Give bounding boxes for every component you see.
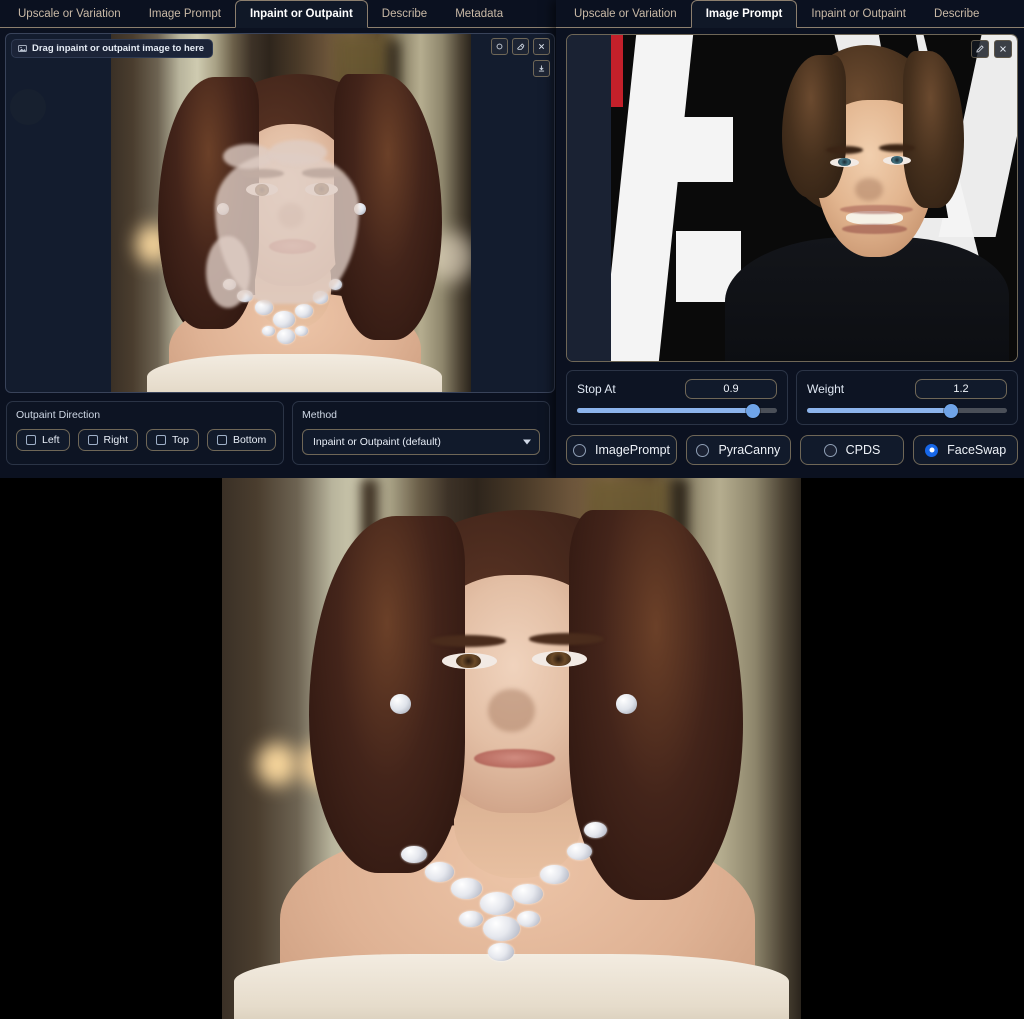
edit-icon[interactable] xyxy=(971,40,989,58)
weight-group: Weight 1.2 xyxy=(796,370,1018,425)
stop-at-label: Stop At xyxy=(577,382,616,396)
image-prompt-slot-padding xyxy=(567,35,611,361)
radio-dot xyxy=(925,443,939,457)
checkbox-outpaint-top[interactable]: Top xyxy=(146,429,199,451)
weight-slider-knob[interactable] xyxy=(944,403,958,418)
stop-at-slider-fill xyxy=(577,408,753,413)
canvas-toolbar-secondary xyxy=(533,60,550,77)
close-icon[interactable] xyxy=(994,40,1012,58)
tab-describe[interactable]: Describe xyxy=(920,0,993,28)
checkbox-label: Top xyxy=(172,434,189,446)
method-select-value: Inpaint or Outpaint (default) xyxy=(313,436,441,448)
eraser-icon[interactable] xyxy=(512,38,529,55)
checkbox-outpaint-right[interactable]: Right xyxy=(77,429,139,451)
tab-metadata[interactable]: Metadata xyxy=(441,0,517,28)
stop-at-value[interactable]: 0.9 xyxy=(685,379,777,399)
radio-dot xyxy=(823,443,837,457)
tab-upscale-or-variation[interactable]: Upscale or Variation xyxy=(560,0,691,28)
image-prompt-window: Upscale or Variation Image Prompt Inpain… xyxy=(556,0,1024,478)
result-preview-area xyxy=(0,478,1024,1019)
checkbox-outpaint-left[interactable]: Left xyxy=(16,429,70,451)
checkbox-box xyxy=(156,435,167,445)
close-icon[interactable] xyxy=(533,38,550,55)
image-prompt-sliders: Stop At 0.9 Weight 1.2 xyxy=(556,362,1024,425)
image-icon xyxy=(18,44,27,53)
inpaint-outpaint-window: Upscale or Variation Image Prompt Inpain… xyxy=(0,0,560,478)
radio-cpds[interactable]: CPDS xyxy=(799,435,905,465)
radio-imageprompt[interactable]: ImagePrompt xyxy=(566,435,678,465)
radio-dot xyxy=(696,443,710,457)
radio-label: ImagePrompt xyxy=(595,443,671,457)
checkbox-box xyxy=(26,435,36,445)
weight-slider-fill xyxy=(807,408,951,413)
tab-upscale-or-variation[interactable]: Upscale or Variation xyxy=(4,0,135,28)
checkbox-label: Right xyxy=(103,434,129,446)
stop-at-slider[interactable] xyxy=(577,403,777,418)
undo-icon[interactable] xyxy=(491,38,508,55)
checkbox-label: Left xyxy=(42,434,60,446)
checkbox-outpaint-bottom[interactable]: Bottom xyxy=(206,429,277,451)
method-group: Method Inpaint or Outpaint (default) xyxy=(292,401,550,465)
method-label: Method xyxy=(302,409,338,421)
radio-faceswap[interactable]: FaceSwap xyxy=(913,435,1018,465)
inpaint-controls: Outpaint Direction Left Right Top Bottom… xyxy=(0,393,560,465)
result-image[interactable] xyxy=(222,478,801,1019)
image-prompt-mode-radios: ImagePrompt PyraCanny CPDS FaceSwap xyxy=(556,425,1024,465)
image-prompt-slot[interactable] xyxy=(566,34,1018,362)
left-window-tabstrip: Upscale or Variation Image Prompt Inpain… xyxy=(0,0,560,28)
weight-value[interactable]: 1.2 xyxy=(915,379,1007,399)
image-prompt-reference-image[interactable] xyxy=(611,35,1017,361)
weight-label: Weight xyxy=(807,382,845,396)
outpaint-direction-group: Outpaint Direction Left Right Top Bottom xyxy=(6,401,284,465)
radio-label: PyraCanny xyxy=(718,443,781,457)
image-prompt-image-toolbar xyxy=(971,40,1012,58)
weight-slider[interactable] xyxy=(807,403,1007,418)
right-window-tabstrip: Upscale or Variation Image Prompt Inpain… xyxy=(556,0,1024,28)
canvas-toolbar xyxy=(491,38,550,55)
tab-inpaint-or-outpaint[interactable]: Inpaint or Outpaint xyxy=(234,0,368,28)
brush-cursor-preview xyxy=(10,89,46,125)
drag-drop-hint-label: Drag inpaint or outpaint image to here xyxy=(32,43,205,54)
radio-dot xyxy=(573,443,586,457)
chevron-down-icon xyxy=(523,439,531,445)
stop-at-slider-knob[interactable] xyxy=(746,403,760,418)
drag-drop-hint: Drag inpaint or outpaint image to here xyxy=(11,39,214,58)
tab-image-prompt[interactable]: Image Prompt xyxy=(135,0,235,28)
checkbox-box xyxy=(216,435,227,445)
inpaint-canvas[interactable]: Drag inpaint or outpaint image to here xyxy=(5,33,555,393)
download-icon[interactable] xyxy=(533,60,550,77)
radio-label: CPDS xyxy=(845,443,881,457)
app-screen: Upscale or Variation Image Prompt Inpain… xyxy=(0,0,1024,1019)
checkbox-box xyxy=(87,435,98,445)
outpaint-direction-label: Outpaint Direction xyxy=(16,409,101,421)
inpaint-source-image[interactable] xyxy=(111,34,471,392)
radio-label: FaceSwap xyxy=(947,443,1007,457)
method-select[interactable]: Inpaint or Outpaint (default) xyxy=(302,429,540,455)
tab-describe[interactable]: Describe xyxy=(368,0,441,28)
stop-at-group: Stop At 0.9 xyxy=(566,370,788,425)
radio-pyracanny[interactable]: PyraCanny xyxy=(686,435,791,465)
tab-image-prompt[interactable]: Image Prompt xyxy=(690,0,798,28)
checkbox-label: Bottom xyxy=(232,434,267,446)
tab-inpaint-or-outpaint[interactable]: Inpaint or Outpaint xyxy=(797,0,920,28)
